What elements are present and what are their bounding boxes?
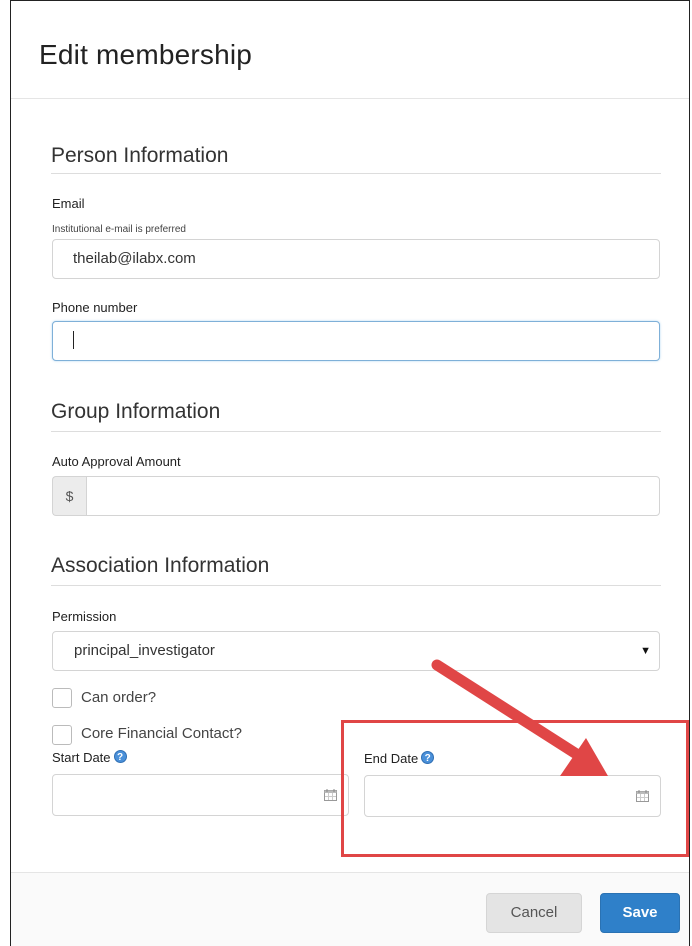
header-divider xyxy=(11,98,689,99)
email-field[interactable]: theilab@ilabx.com xyxy=(52,239,660,279)
section-divider xyxy=(51,173,661,174)
question-circle-icon[interactable]: ? xyxy=(113,750,127,763)
email-help-text: Institutional e-mail is preferred xyxy=(52,224,186,235)
section-divider xyxy=(51,585,661,586)
core-financial-contact-label[interactable]: Core Financial Contact? xyxy=(81,725,242,742)
start-date-input[interactable] xyxy=(52,774,349,816)
currency-addon: $ xyxy=(52,476,86,516)
section-divider xyxy=(51,431,661,432)
section-title-association: Association Information xyxy=(51,554,270,577)
start-date-label: Start Date? xyxy=(52,750,127,765)
modal-title: Edit membership xyxy=(39,39,253,70)
permission-selected-value: principal_investigator xyxy=(74,642,215,659)
section-title-person: Person Information xyxy=(51,144,229,167)
email-value: theilab@ilabx.com xyxy=(73,250,196,267)
cancel-button[interactable]: Cancel xyxy=(486,893,582,933)
auto-approval-amount-input[interactable] xyxy=(86,476,660,516)
phone-label: Phone number xyxy=(52,300,138,315)
save-button[interactable]: Save xyxy=(600,893,680,933)
can-order-checkbox[interactable] xyxy=(52,688,72,708)
caret-down-icon: ▼ xyxy=(640,645,651,657)
start-date-label-text: Start Date xyxy=(52,750,111,765)
permission-select[interactable]: principal_investigator ▼ xyxy=(52,631,660,671)
core-financial-contact-checkbox[interactable] xyxy=(52,725,72,745)
permission-label: Permission xyxy=(52,609,117,624)
section-title-group: Group Information xyxy=(51,400,221,423)
phone-field[interactable] xyxy=(52,321,660,361)
modal-footer: Cancel Save xyxy=(11,873,689,946)
calendar-icon[interactable] xyxy=(324,789,337,801)
annotation-highlight-box xyxy=(341,720,689,857)
email-label: Email xyxy=(52,196,85,211)
auto-approval-label: Auto Approval Amount xyxy=(52,454,181,469)
text-caret xyxy=(73,330,74,349)
can-order-label[interactable]: Can order? xyxy=(81,689,156,706)
